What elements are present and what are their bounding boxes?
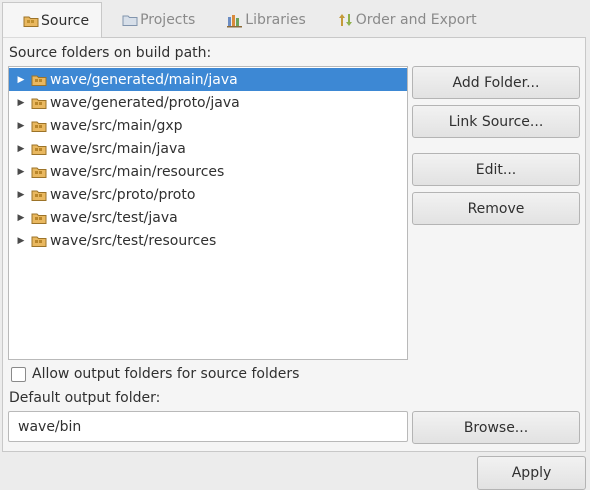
source-tab-panel: Source folders on build path: ▶ wave/gen… (2, 38, 586, 452)
tree-item[interactable]: ▶ wave/src/main/resources (9, 160, 407, 183)
link-source-button[interactable]: Link Source... (412, 105, 580, 138)
tab-order-and-export[interactable]: Order and Export (318, 2, 489, 38)
tree-item-label: wave/generated/proto/java (50, 94, 240, 111)
source-folders-tree[interactable]: ▶ wave/generated/main/java ▶ wave/genera… (8, 66, 408, 360)
tab-projects[interactable]: Projects (102, 2, 207, 38)
tree-item[interactable]: ▶ wave/src/test/java (9, 206, 407, 229)
edit-button[interactable]: Edit... (412, 153, 580, 186)
tree-item[interactable]: ▶ wave/src/main/java (9, 137, 407, 160)
browse-button[interactable]: Browse... (412, 411, 580, 444)
libraries-icon (227, 12, 243, 28)
package-folder-icon (31, 72, 47, 88)
tree-item[interactable]: ▶ wave/generated/main/java (9, 68, 407, 91)
package-folder-icon (31, 210, 47, 226)
allow-output-folders-checkbox[interactable] (11, 366, 26, 382)
default-output-folder-field[interactable]: wave/bin (8, 411, 408, 442)
allow-output-folders-option[interactable]: Allow output folders for source folders (11, 366, 299, 382)
package-folder-icon (31, 164, 47, 180)
tab-label: Order and Export (355, 12, 477, 28)
default-output-folder-label: Default output folder: (9, 390, 161, 406)
tree-item[interactable]: ▶ wave/src/test/resources (9, 229, 407, 252)
tab-libraries[interactable]: Libraries (207, 2, 317, 38)
expand-arrow-icon[interactable]: ▶ (15, 141, 27, 157)
tree-item-label: wave/generated/main/java (50, 71, 238, 88)
tab-bar: Source Projects Libraries Order and Expo… (2, 2, 586, 39)
default-output-folder-value: wave/bin (18, 418, 82, 435)
tree-item-label: wave/src/proto/proto (50, 186, 196, 203)
add-folder-button[interactable]: Add Folder... (412, 66, 580, 99)
tree-item[interactable]: ▶ wave/src/proto/proto (9, 183, 407, 206)
package-folder-icon (31, 95, 47, 111)
tree-item[interactable]: ▶ wave/src/main/gxp (9, 114, 407, 137)
expand-arrow-icon[interactable]: ▶ (15, 210, 27, 226)
projects-folder-icon (122, 12, 138, 28)
package-folder-icon (31, 118, 47, 134)
expand-arrow-icon[interactable]: ▶ (15, 72, 27, 88)
tree-item-label: wave/src/test/java (50, 209, 178, 226)
package-folder-icon (31, 141, 47, 157)
order-export-icon (338, 12, 354, 28)
apply-button[interactable]: Apply (477, 456, 586, 490)
tab-label: Libraries (245, 12, 306, 28)
tree-item-label: wave/src/test/resources (50, 232, 217, 249)
tree-item[interactable]: ▶ wave/generated/proto/java (9, 91, 407, 114)
tree-item-label: wave/src/main/resources (50, 163, 225, 180)
expand-arrow-icon[interactable]: ▶ (15, 187, 27, 203)
remove-button[interactable]: Remove (412, 192, 580, 225)
source-folders-heading: Source folders on build path: (9, 45, 212, 61)
package-folder-icon (31, 233, 47, 249)
tab-label: Projects (140, 12, 196, 28)
tab-label: Source (41, 13, 90, 29)
package-folder-icon (31, 187, 47, 203)
expand-arrow-icon[interactable]: ▶ (15, 164, 27, 180)
build-path-dialog: Source Projects Libraries Order and Expo… (0, 0, 590, 490)
tree-item-label: wave/src/main/gxp (50, 117, 183, 134)
tree-item-label: wave/src/main/java (50, 140, 186, 157)
source-folder-icon (23, 13, 39, 29)
tab-source[interactable]: Source (2, 2, 103, 39)
expand-arrow-icon[interactable]: ▶ (15, 233, 27, 249)
expand-arrow-icon[interactable]: ▶ (15, 118, 27, 134)
allow-output-folders-label: Allow output folders for source folders (32, 366, 300, 382)
expand-arrow-icon[interactable]: ▶ (15, 95, 27, 111)
